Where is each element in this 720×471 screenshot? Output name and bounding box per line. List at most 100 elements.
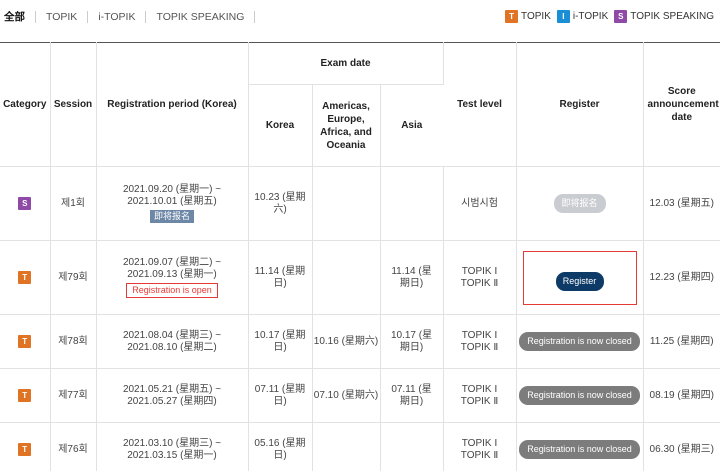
asia-date-cell: 11.14 (星期日) (380, 240, 444, 315)
header-korea: Korea (248, 84, 313, 167)
legend-topik-speaking: S TOPIK SPEAKING (614, 10, 714, 23)
i-topik-badge-icon: I (556, 10, 570, 23)
korea-date-cell: 05.16 (星期日) (248, 422, 313, 471)
period-text: 2021.05.21 (星期五) ~ 2021.05.27 (星期四) (122, 383, 222, 407)
header-category: Category (0, 42, 51, 167)
closed-button[interactable]: Registration is now closed (519, 440, 640, 459)
coming-soon-button[interactable]: 即将报名 (553, 194, 606, 213)
period-cell: 2021.09.07 (星期二) ~ 2021.09.13 (星期一) Regi… (96, 240, 249, 315)
score-date-cell: 12.23 (星期四) (643, 240, 720, 315)
asia-date-cell (380, 422, 444, 471)
score-date-cell: 06.30 (星期三) (643, 422, 720, 471)
register-cell: Registration is now closed (516, 368, 644, 423)
score-date-cell: 12.03 (星期五) (643, 166, 720, 241)
session-cell: 제76회 (50, 422, 97, 471)
category-cell: S (0, 166, 51, 241)
test-level-text: TOPIK Ⅱ (460, 449, 499, 461)
score-date-cell: 11.25 (星期四) (643, 314, 720, 369)
topik-badge-icon: T (18, 335, 32, 348)
americas-date-cell: 07.10 (星期六) (312, 368, 381, 423)
table-row: T 제78회 2021.08.04 (星期三) ~ 2021.08.10 (星期… (0, 314, 720, 369)
topik-badge-icon: T (18, 389, 32, 402)
header-exam-date: Exam date (248, 42, 444, 85)
session-cell: 제1회 (50, 166, 97, 241)
header-americas: Americas, Europe, Africa, and Oceania (312, 84, 381, 167)
americas-date-cell (312, 240, 381, 315)
period-text: 2021.08.04 (星期三) ~ 2021.08.10 (星期二) (122, 329, 222, 353)
filter-tabs: 全部 TOPIK i-TOPIK TOPIK SPEAKING (4, 11, 256, 23)
asia-date-cell: 07.11 (星期日) (380, 368, 444, 423)
register-highlight: Register (522, 250, 637, 305)
status-badge: Registration is open (126, 283, 218, 298)
topik-speaking-badge-icon: S (614, 10, 628, 23)
test-level-cell: TOPIK Ⅰ TOPIK Ⅱ (443, 422, 517, 471)
test-level-text: TOPIK Ⅰ (461, 265, 498, 277)
legend-label: TOPIK (521, 11, 551, 22)
header-register: Register (516, 42, 644, 167)
header-session: Session (50, 42, 97, 167)
header-asia: Asia (380, 84, 444, 167)
register-cell: 即将报名 (516, 166, 644, 241)
legend-topik: T TOPIK (505, 10, 551, 23)
test-level-cell: 시범시험 (443, 166, 517, 241)
register-cell: Registration is now closed (516, 314, 644, 369)
test-level-text: TOPIK Ⅱ (460, 277, 499, 289)
test-level-text: TOPIK Ⅰ (461, 383, 498, 395)
test-level-text: TOPIK Ⅰ (461, 437, 498, 449)
exam-schedule-table: Category Session Registration period (Ko… (0, 42, 720, 471)
test-level-cell: TOPIK Ⅰ TOPIK Ⅱ (443, 240, 517, 315)
topik-badge-icon: T (505, 10, 519, 23)
register-cell: Registration is now closed (516, 422, 644, 471)
americas-date-cell: 10.16 (星期六) (312, 314, 381, 369)
table-row: S 제1회 2021.09.20 (星期一) ~ 2021.10.01 (星期五… (0, 166, 720, 241)
period-cell: 2021.08.04 (星期三) ~ 2021.08.10 (星期二) (96, 314, 249, 369)
asia-date-cell (380, 166, 444, 241)
period-text: 2021.03.10 (星期三) ~ 2021.03.15 (星期一) (122, 437, 222, 461)
header-registration-period: Registration period (Korea) (96, 42, 249, 167)
test-level-cell: TOPIK Ⅰ TOPIK Ⅱ (443, 368, 517, 423)
table-row: T 제77회 2021.05.21 (星期五) ~ 2021.05.27 (星期… (0, 368, 720, 423)
test-level-text: TOPIK Ⅱ (460, 341, 499, 353)
period-cell: 2021.09.20 (星期一) ~ 2021.10.01 (星期五) 即将报名 (96, 166, 249, 241)
test-level-text: TOPIK Ⅱ (460, 395, 499, 407)
closed-button[interactable]: Registration is now closed (519, 386, 640, 405)
category-cell: T (0, 368, 51, 423)
session-cell: 제78회 (50, 314, 97, 369)
session-cell: 제79회 (50, 240, 97, 315)
score-date-cell: 08.19 (星期四) (643, 368, 720, 423)
tab-topik[interactable]: TOPIK (36, 11, 89, 23)
legend-i-topik: I i-TOPIK (556, 10, 608, 23)
topik-badge-icon: T (18, 271, 32, 284)
tab-i-topik[interactable]: i-TOPIK (88, 11, 147, 23)
americas-date-cell (312, 166, 381, 241)
register-button[interactable]: Register (555, 271, 604, 291)
status-badge: 即将报名 (149, 210, 194, 223)
legend-label: TOPIK SPEAKING (630, 11, 714, 22)
americas-date-cell (312, 422, 381, 471)
table-row: T 제76회 2021.03.10 (星期三) ~ 2021.03.15 (星期… (0, 422, 720, 471)
korea-date-cell: 10.17 (星期日) (248, 314, 313, 369)
topik-badge-icon: T (18, 443, 32, 456)
register-cell: Register (516, 240, 644, 315)
category-cell: T (0, 422, 51, 471)
korea-date-cell: 10.23 (星期六) (248, 166, 313, 241)
top-bar: 全部 TOPIK i-TOPIK TOPIK SPEAKING T TOPIK … (0, 0, 720, 36)
header-score-date: Score announcement date (643, 42, 720, 167)
test-level-text: TOPIK Ⅰ (461, 329, 498, 341)
tab-topik-speaking[interactable]: TOPIK SPEAKING (146, 11, 256, 23)
asia-date-cell: 10.17 (星期日) (380, 314, 444, 369)
period-cell: 2021.05.21 (星期五) ~ 2021.05.27 (星期四) (96, 368, 249, 423)
korea-date-cell: 07.11 (星期日) (248, 368, 313, 423)
test-level-text: 시범시험 (461, 197, 498, 209)
period-cell: 2021.03.10 (星期三) ~ 2021.03.15 (星期一) (96, 422, 249, 471)
korea-date-cell: 11.14 (星期日) (248, 240, 313, 315)
closed-button[interactable]: Registration is now closed (519, 332, 640, 351)
test-level-cell: TOPIK Ⅰ TOPIK Ⅱ (443, 314, 517, 369)
header-test-level: Test level (443, 42, 517, 167)
category-cell: T (0, 314, 51, 369)
period-text: 2021.09.20 (星期一) ~ 2021.10.01 (星期五) (122, 184, 222, 207)
session-cell: 제77회 (50, 368, 97, 423)
tab-all[interactable]: 全部 (4, 11, 36, 23)
legend: T TOPIK I i-TOPIK S TOPIK SPEAKING (499, 10, 714, 23)
category-cell: T (0, 240, 51, 315)
